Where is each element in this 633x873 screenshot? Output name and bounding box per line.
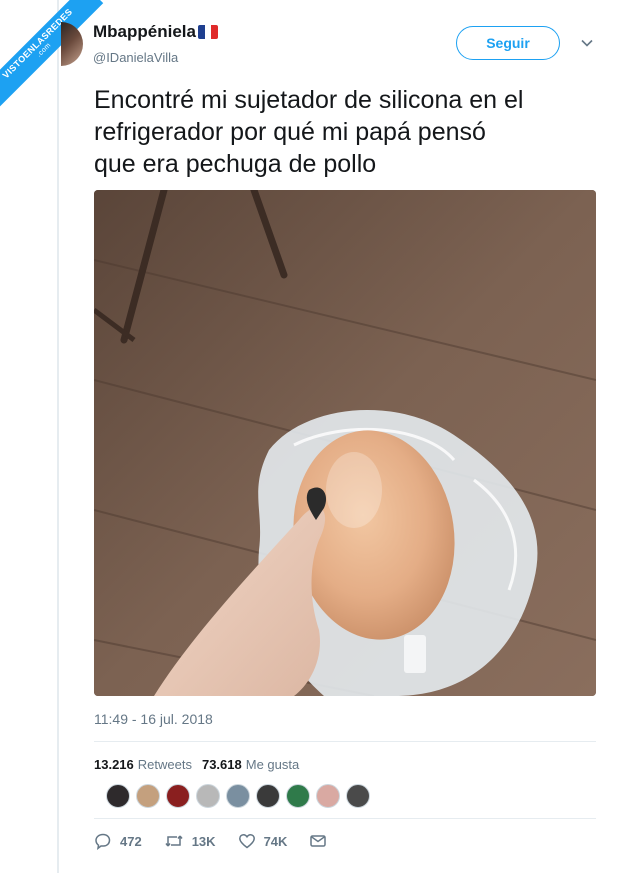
author-name-link[interactable]: Mbappéniela (93, 22, 218, 42)
watermark-logo: VISTOENLASREDES .com (0, 0, 104, 110)
message-button[interactable] (309, 832, 335, 850)
like-count: 74K (263, 833, 288, 849)
reply-icon (95, 833, 111, 850)
retweet-icon (165, 835, 183, 847)
caret-down-icon[interactable] (580, 36, 594, 50)
left-border (57, 0, 59, 873)
author-name[interactable]: Mbappéniela (93, 22, 196, 42)
like-button[interactable]: 74K (238, 832, 288, 850)
tweet-timestamp[interactable]: 11:49 - 16 jul. 2018 (94, 711, 213, 727)
flag-fr-icon (197, 25, 218, 39)
liker-avatar[interactable] (136, 784, 160, 808)
retweets-stat[interactable]: 13.216 Retweets (94, 757, 192, 772)
reply-button[interactable]: 472 (94, 832, 142, 850)
liker-avatar[interactable] (166, 784, 190, 808)
divider (94, 818, 596, 819)
retweet-button[interactable]: 13K (164, 832, 216, 850)
liker-avatar[interactable] (106, 784, 130, 808)
liker-avatar[interactable] (256, 784, 280, 808)
liker-avatar[interactable] (196, 784, 220, 808)
liker-avatar[interactable] (226, 784, 250, 808)
liker-avatar[interactable] (316, 784, 340, 808)
divider (94, 741, 596, 742)
tweet-actions: 472 13K 74K (94, 832, 357, 850)
heart-icon (238, 833, 255, 849)
tweet-text: Encontré mi sujetador de silicona en el … (94, 86, 524, 178)
engagement-stats: 13.216 Retweets 73.618 Me gusta (94, 757, 299, 772)
likes-stat[interactable]: 73.618 Me gusta (202, 757, 299, 772)
follow-button[interactable]: Seguir (456, 26, 560, 60)
tweet-photo[interactable] (94, 190, 596, 696)
retweet-count: 13K (191, 833, 216, 849)
liker-avatar[interactable] (286, 784, 310, 808)
author-handle[interactable]: @IDanielaVilla (93, 50, 178, 65)
liker-avatar[interactable] (346, 784, 370, 808)
envelope-icon (310, 835, 327, 847)
liker-avatars (106, 784, 370, 808)
avatar[interactable] (61, 22, 83, 66)
reply-count: 472 (120, 833, 142, 849)
